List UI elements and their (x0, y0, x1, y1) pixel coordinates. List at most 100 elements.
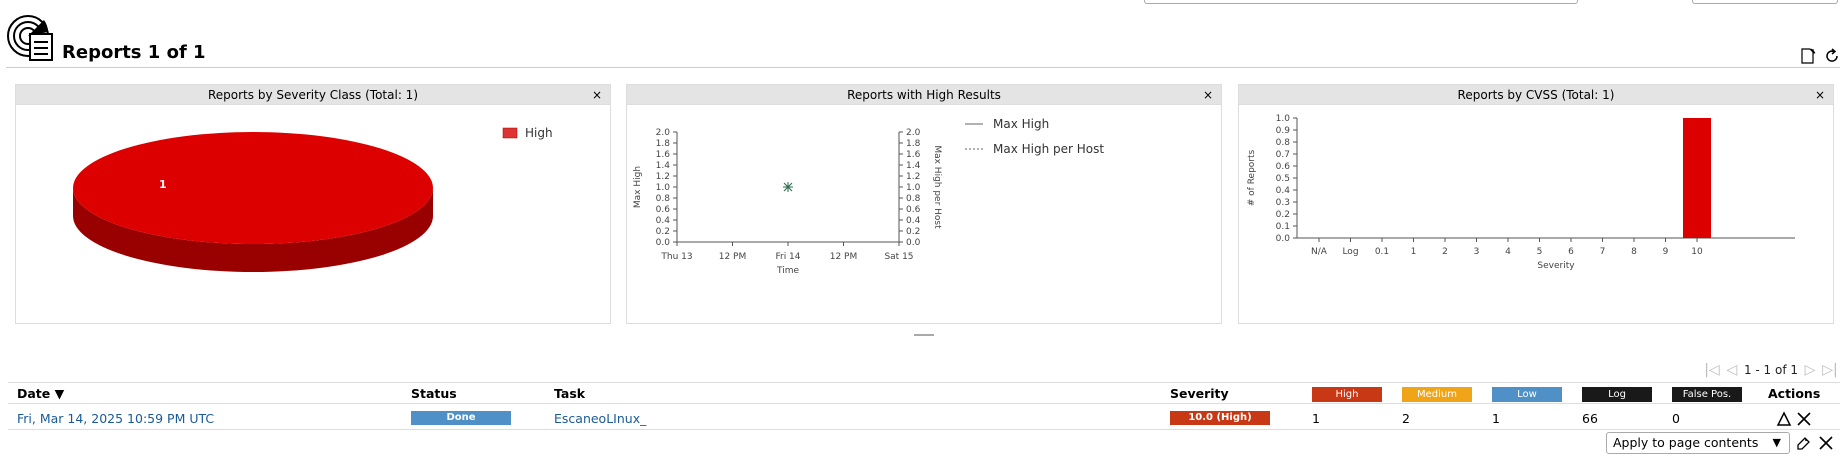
x-axis-label: Time (776, 266, 799, 276)
y-tick-label: 0.0 (1276, 234, 1291, 244)
table-row: Fri, Mar 14, 2025 10:59 PM UTC Done Esca… (8, 406, 1840, 430)
x-tick-label: 6 (1568, 247, 1574, 257)
first-page-icon[interactable]: |◁ (1704, 362, 1720, 378)
legend-swatch-high (502, 127, 518, 139)
edit-tags-icon[interactable] (1796, 435, 1812, 451)
panel-severity-class: Reports by Severity Class (Total: 1) × 1… (15, 84, 611, 324)
y2-tick-label: 1.6 (906, 150, 921, 160)
y-tick-label: 0.7 (1276, 150, 1290, 160)
y-tick-label: 0.8 (1276, 138, 1291, 148)
col-log[interactable]: Log (1582, 387, 1652, 402)
x-tick-label: 4 (1505, 247, 1511, 257)
y2-tick-label: 0.0 (906, 238, 921, 248)
x-tick-label: Sat 15 (884, 252, 913, 262)
log-count: 66 (1582, 411, 1598, 426)
high-count: 1 (1312, 411, 1320, 426)
next-page-icon[interactable]: ▷ (1802, 362, 1818, 378)
y-tick-label: 1.6 (656, 150, 671, 160)
resize-handle[interactable] (914, 334, 934, 336)
delta-icon[interactable] (1776, 411, 1792, 427)
high-results-line-chart: 0.0 0.00.2 0.20.4 0.40.6 0.60.8 0.81.0 1.01.2 1… (633, 117, 1104, 276)
x-tick-label: 12 PM (830, 252, 858, 262)
y-tick-label: 1.0 (656, 183, 671, 193)
close-icon[interactable]: × (592, 85, 602, 105)
x-axis-label: Severity (1537, 261, 1575, 271)
y-tick-label: 0.4 (656, 216, 671, 226)
y-tick-label: 0.8 (656, 194, 671, 204)
panel-title: Reports by CVSS (Total: 1) (1457, 88, 1615, 102)
y2-tick-label: 1.4 (906, 161, 921, 171)
y-tick-label: 0.6 (1276, 162, 1291, 172)
task-link[interactable]: EscaneoLInux_ (554, 411, 646, 426)
col-low[interactable]: Low (1492, 387, 1562, 402)
y-tick-label: 0.5 (1276, 174, 1290, 184)
x-tick-label: 12 PM (719, 252, 747, 262)
x-tick-label: 9 (1663, 247, 1669, 257)
y-axis-label: Max High (633, 166, 643, 208)
y2-tick-label: 0.4 (906, 216, 921, 226)
col-false-pos[interactable]: False Pos. (1672, 387, 1742, 402)
y2-tick-label: 0.6 (906, 205, 921, 215)
y-tick-label: 1.2 (656, 172, 670, 182)
pie-slice-label: 1 (159, 178, 167, 191)
y-tick-label: 0.2 (1276, 210, 1290, 220)
col-date[interactable]: Date ▼ (17, 386, 64, 401)
y-axis-label: # of Reports (1247, 149, 1257, 206)
apply-to-select[interactable]: Apply to page contents ▼ (1606, 432, 1790, 454)
prev-page-icon[interactable]: ◁ (1724, 362, 1740, 378)
bulk-delete-icon[interactable] (1818, 435, 1834, 451)
col-medium[interactable]: Medium (1402, 387, 1472, 402)
x-tick-label: 10 (1691, 247, 1703, 257)
status-badge: Done (411, 411, 511, 425)
data-point-max-high (783, 182, 793, 192)
y2-tick-label: 1.2 (906, 172, 920, 182)
low-count: 1 (1492, 411, 1500, 426)
severity-badge: 10.0 (High) (1170, 411, 1270, 425)
close-icon[interactable]: × (1815, 85, 1825, 105)
x-tick-label: N/A (1311, 247, 1328, 257)
pagination-text: 1 - 1 of 1 (1743, 363, 1798, 377)
medium-count: 2 (1402, 411, 1410, 426)
col-actions: Actions (1768, 386, 1821, 401)
refresh-icon[interactable] (1824, 48, 1840, 64)
top-search-input[interactable] (1144, 0, 1578, 4)
x-tick-label: 7 (1600, 247, 1606, 257)
panel-title: Reports by Severity Class (Total: 1) (207, 88, 419, 102)
panel-title: Reports with High Results (847, 88, 1001, 102)
col-severity[interactable]: Severity (1170, 386, 1229, 401)
x-tick-label: 3 (1474, 247, 1480, 257)
col-status[interactable]: Status (411, 386, 457, 401)
x-tick-label: Log (1342, 247, 1358, 257)
y-tick-label: 1.8 (656, 139, 671, 149)
y2-tick-label: 0.2 (906, 227, 920, 237)
y-tick-label: 1.4 (656, 161, 671, 171)
last-page-icon[interactable]: ▷| (1822, 362, 1838, 378)
x-tick-label: 1 (1411, 247, 1417, 257)
report-date-link[interactable]: Fri, Mar 14, 2025 10:59 PM UTC (17, 411, 214, 426)
pie-slice-high (73, 132, 433, 244)
x-tick-label: 2 (1442, 247, 1448, 257)
y2-tick-label: 0.8 (906, 194, 921, 204)
legend-label-max-high: Max High (993, 117, 1049, 131)
apply-select-label: Apply to page contents (1613, 435, 1759, 450)
page-title: Reports 1 of 1 (62, 42, 206, 63)
x-tick-label: 8 (1631, 247, 1637, 257)
cvss-bar-chart: 0.0 0.1 0.2 0.3 0.4 0.5 0.6 0.7 0.8 0.9 1.0 N/A Log 0… (1247, 114, 1795, 271)
top-filter-select[interactable] (1692, 0, 1838, 4)
bar-10 (1683, 118, 1711, 238)
new-report-icon[interactable] (1800, 48, 1816, 64)
bulk-actions: Apply to page contents ▼ (1606, 432, 1834, 454)
delete-icon[interactable] (1796, 411, 1812, 427)
x-tick-label: 0.1 (1375, 247, 1389, 257)
close-icon[interactable]: × (1203, 85, 1213, 105)
panel-cvss: Reports by CVSS (Total: 1) × 0.0 0.1 0.2 0.… (1238, 84, 1834, 324)
y2-tick-label: 1.0 (906, 183, 921, 193)
y2-tick-label: 2.0 (906, 128, 921, 138)
severity-pie-chart: 1 High (73, 126, 553, 272)
col-task[interactable]: Task (554, 386, 585, 401)
y-tick-label: 0.1 (1276, 222, 1290, 232)
col-high[interactable]: High (1312, 387, 1382, 402)
y2-tick-label: 1.8 (906, 139, 921, 149)
y-tick-label: 1.0 (1276, 114, 1291, 124)
legend-label-max-high-per-host: Max High per Host (993, 142, 1104, 156)
